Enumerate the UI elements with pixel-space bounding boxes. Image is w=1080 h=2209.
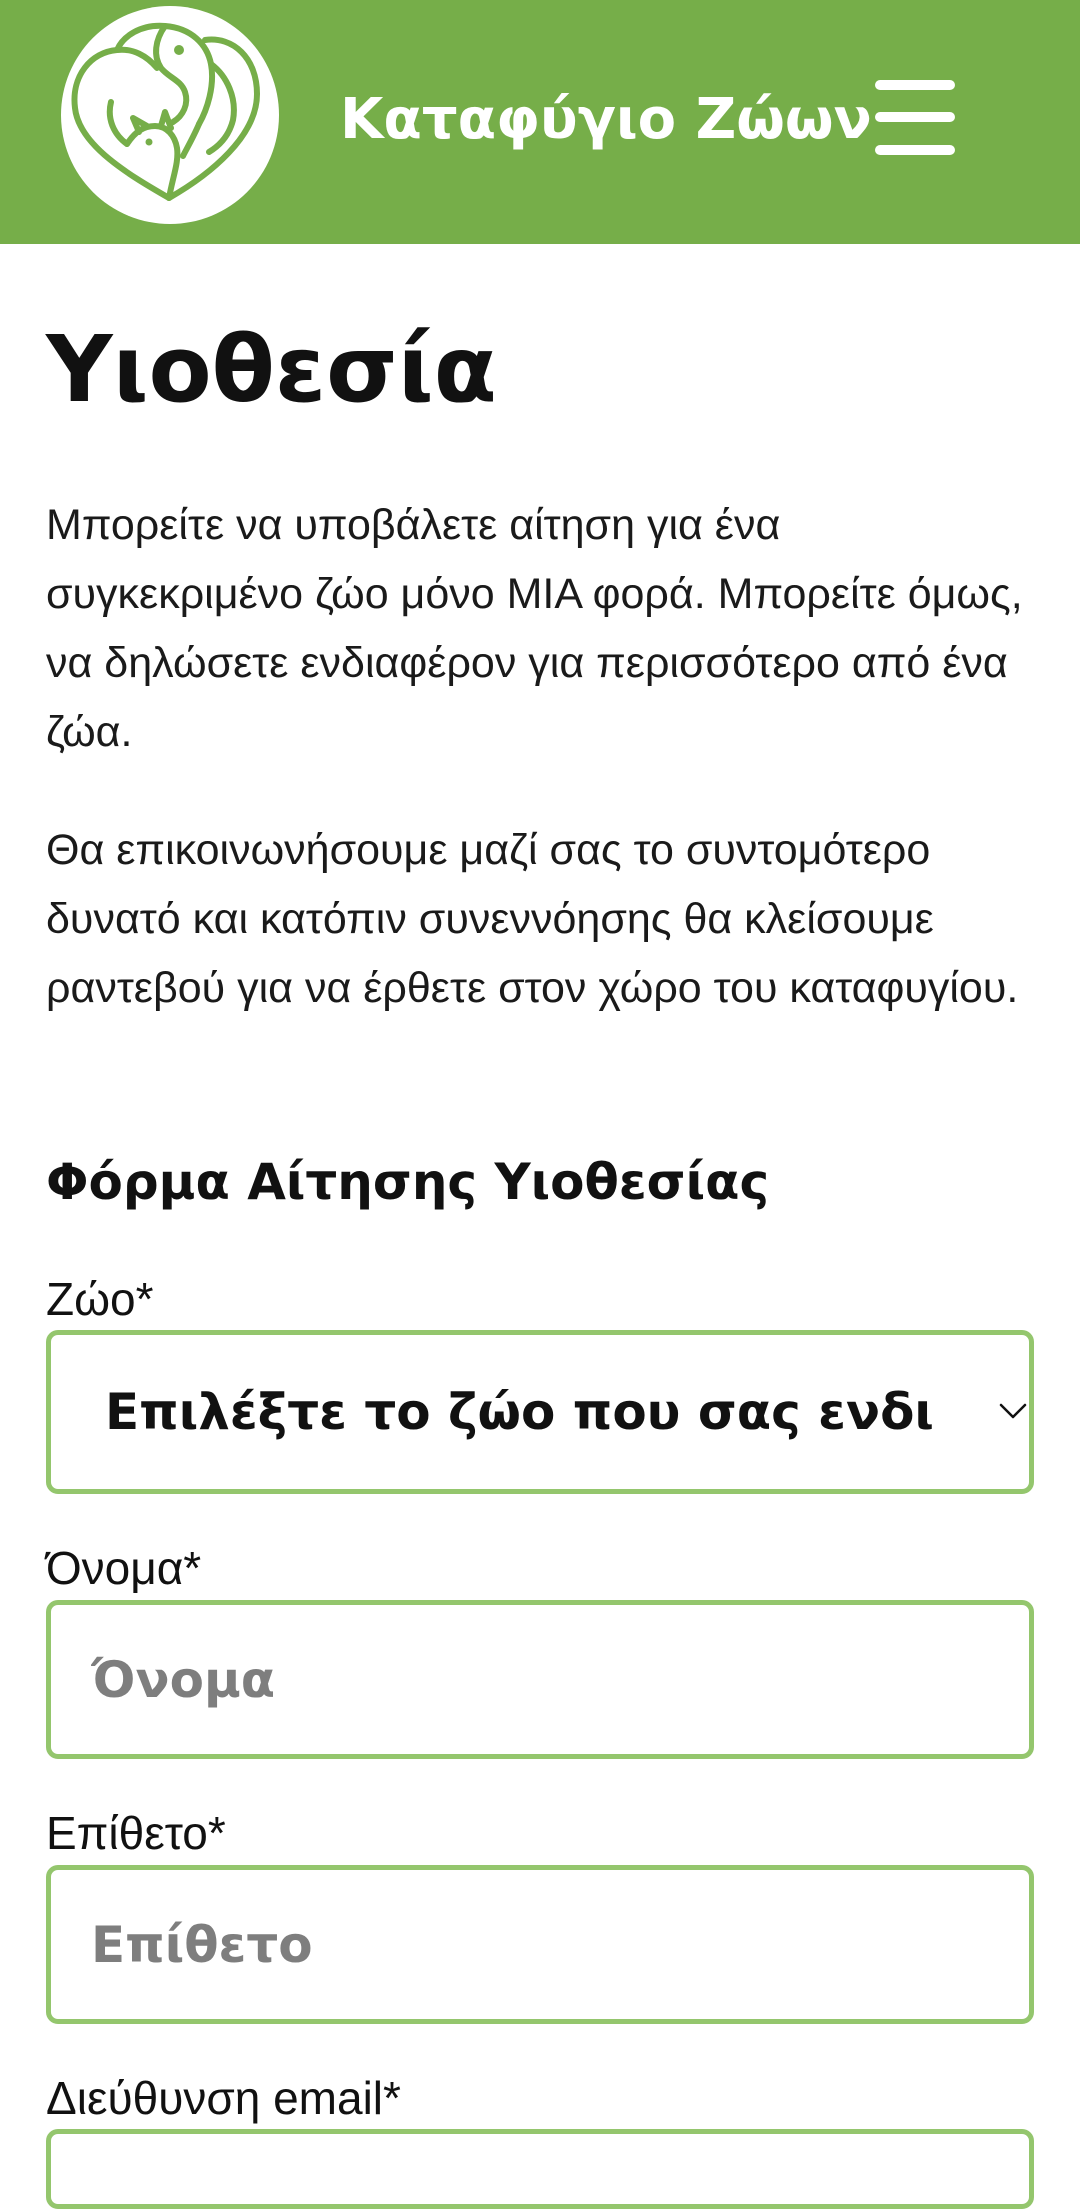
dog-cat-heart-logo-icon[interactable] — [61, 6, 279, 224]
animal-select[interactable]: Επιλέξτε το ζώο που σας ενδιαφ — [46, 1330, 1034, 1494]
intro-paragraph-2: Θα επικοινωνήσουμε μαζί σας το συντομότε… — [46, 826, 1019, 1012]
last-name-input[interactable] — [51, 1870, 1029, 2019]
animal-select-value: Επιλέξτε το ζώο που σας ενδιαφ — [105, 1383, 935, 1441]
email-input[interactable] — [51, 2134, 1029, 2204]
hamburger-menu-icon[interactable] — [872, 78, 958, 158]
menu-bar-middle — [875, 112, 955, 122]
site-header: Καταφύγιο Ζώων — [0, 0, 1080, 244]
menu-bar-top — [875, 80, 955, 90]
site-brand-name[interactable]: Καταφύγιο Ζώων — [340, 82, 872, 158]
menu-bar-bottom — [875, 145, 955, 155]
first-name-field-box — [46, 1600, 1034, 1759]
first-name-label: Όνομα* — [46, 1542, 202, 1594]
intro-paragraph-1: Μπορείτε να υποβάλετε αίτηση για ένα συγ… — [46, 501, 1023, 756]
logo-graphic — [71, 22, 260, 201]
email-field-box — [46, 2129, 1034, 2209]
first-name-input[interactable] — [51, 1605, 1029, 1754]
animal-select-label: Ζώο* — [46, 1273, 154, 1325]
chevron-down-icon — [997, 1395, 1029, 1427]
form-title: Φόρμα Αίτησης Υιοθεσίας — [46, 1153, 770, 1211]
last-name-field-box — [46, 1865, 1034, 2024]
email-label: Διεύθυνση email* — [46, 2072, 401, 2124]
page-title: Υιοθεσία — [46, 316, 497, 423]
last-name-label: Επίθετο* — [46, 1807, 226, 1859]
